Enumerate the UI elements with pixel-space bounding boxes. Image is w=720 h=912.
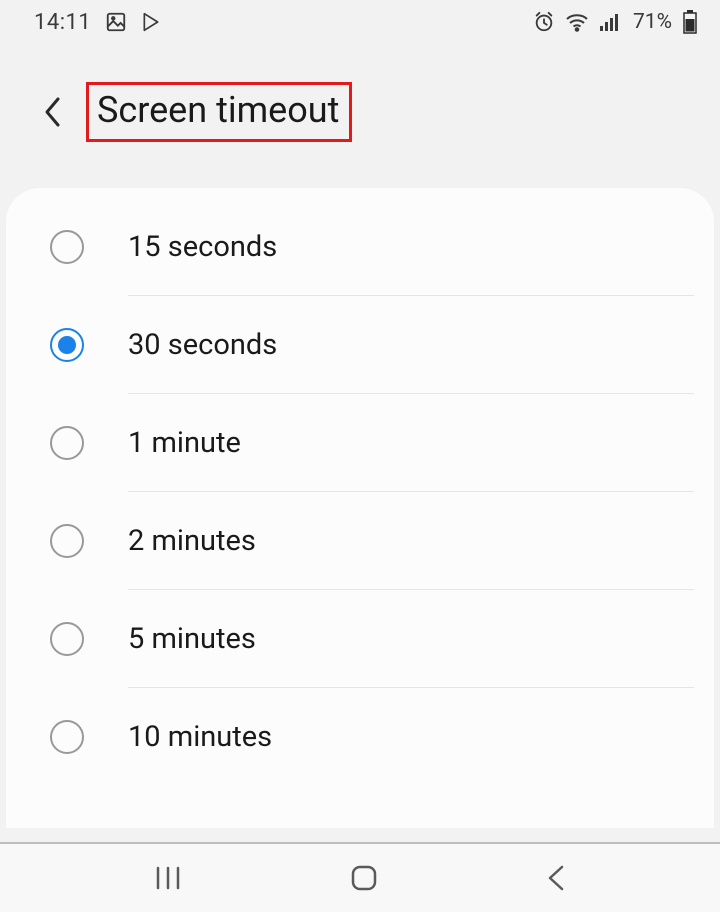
gallery-icon bbox=[105, 11, 127, 33]
recents-button[interactable] bbox=[153, 865, 183, 891]
option-row[interactable]: 5 minutes bbox=[6, 590, 714, 687]
status-time: 14:11 bbox=[34, 10, 91, 35]
home-button[interactable] bbox=[349, 863, 379, 893]
page-title-highlight: Screen timeout bbox=[86, 82, 352, 142]
battery-icon bbox=[682, 10, 698, 34]
radio-button[interactable] bbox=[50, 720, 84, 754]
option-row[interactable]: 1 minute bbox=[6, 394, 714, 491]
option-label: 5 minutes bbox=[128, 622, 256, 656]
nav-back-button[interactable] bbox=[545, 863, 567, 893]
wifi-icon bbox=[565, 12, 589, 32]
navigation-bar bbox=[0, 842, 720, 912]
options-panel: 15 seconds 30 seconds 1 minute 2 minutes… bbox=[6, 188, 714, 828]
signal-icon bbox=[599, 12, 621, 32]
radio-button[interactable] bbox=[50, 622, 84, 656]
option-label: 2 minutes bbox=[128, 524, 256, 558]
radio-button[interactable] bbox=[50, 230, 84, 264]
alarm-icon bbox=[533, 11, 555, 33]
option-label: 1 minute bbox=[128, 426, 241, 460]
play-store-icon bbox=[141, 12, 161, 32]
option-row[interactable]: 10 minutes bbox=[6, 688, 714, 785]
option-row[interactable]: 2 minutes bbox=[6, 492, 714, 589]
option-label: 15 seconds bbox=[128, 230, 277, 264]
back-button[interactable] bbox=[38, 90, 68, 134]
option-row[interactable]: 30 seconds bbox=[6, 296, 714, 393]
page-header: Screen timeout bbox=[0, 44, 720, 188]
option-label: 10 minutes bbox=[128, 720, 272, 754]
status-battery-text: 71% bbox=[633, 10, 672, 34]
radio-button[interactable] bbox=[50, 426, 84, 460]
option-row[interactable]: 15 seconds bbox=[6, 198, 714, 295]
page-title: Screen timeout bbox=[97, 89, 339, 131]
radio-button[interactable] bbox=[50, 524, 84, 558]
option-label: 30 seconds bbox=[128, 328, 277, 362]
radio-button[interactable] bbox=[50, 328, 84, 362]
status-bar: 14:11 bbox=[0, 0, 720, 44]
